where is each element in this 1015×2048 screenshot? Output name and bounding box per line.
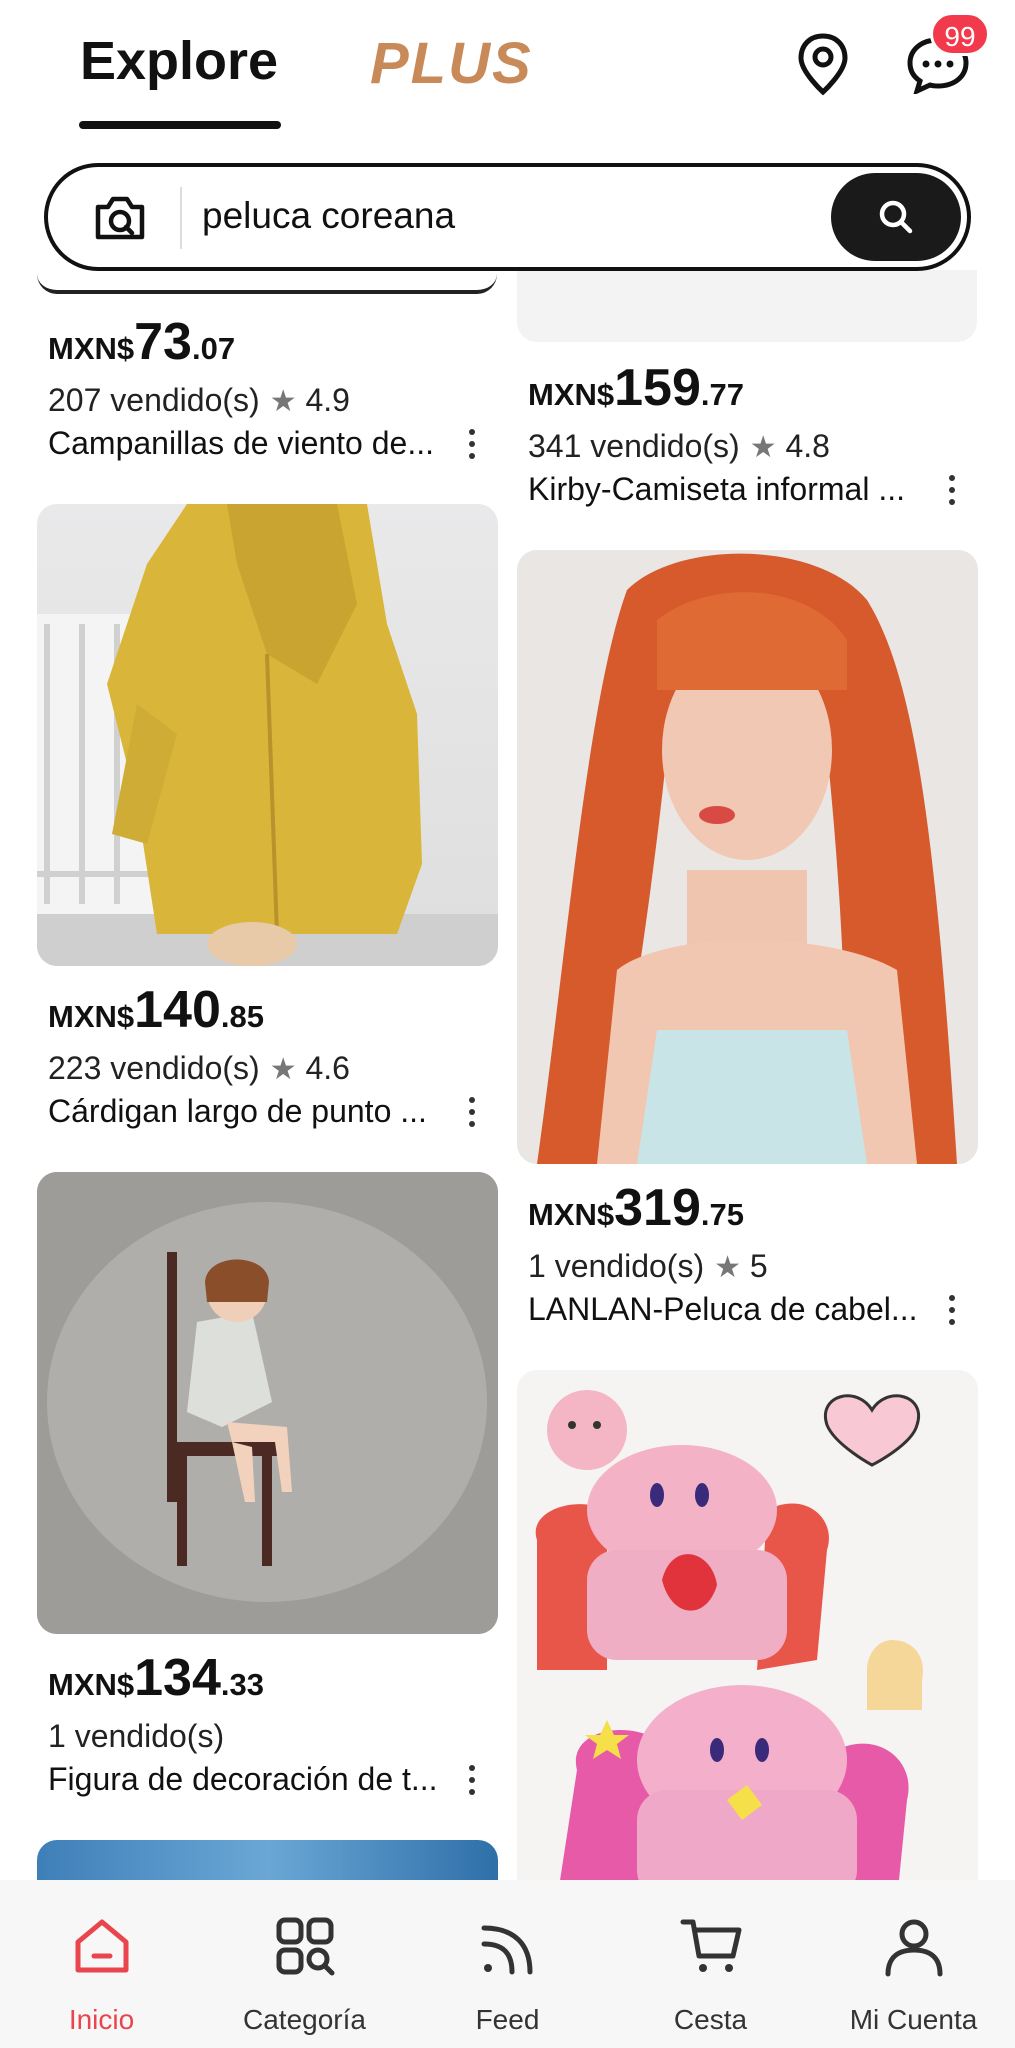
nav-feed-label: Feed xyxy=(475,2004,540,2035)
product-image[interactable] xyxy=(37,504,498,966)
cardigan-photo xyxy=(37,504,498,966)
product-sold-rating: 341 vendido(s) ★ 4.8 xyxy=(528,428,830,464)
camera-search-icon[interactable] xyxy=(92,193,148,243)
feed-rss-icon xyxy=(481,1925,533,1975)
cart-icon xyxy=(680,1919,742,1972)
product-price: MXN$134.33 xyxy=(48,1649,265,1707)
product-image[interactable] xyxy=(37,1172,498,1634)
product-price: MXN$140.85 xyxy=(48,981,265,1039)
star-icon: ★ xyxy=(269,385,297,418)
top-header: Explore PLUS 99 xyxy=(0,0,1015,140)
tab-plus[interactable]: PLUS xyxy=(370,30,533,97)
product-title[interactable]: Cárdigan largo de punto ... xyxy=(48,1093,448,1130)
product-price: MXN$319.75 xyxy=(528,1179,745,1237)
product-sold: 1 vendido(s) xyxy=(48,1718,225,1754)
product-title[interactable]: Kirby-Camiseta informal ... xyxy=(528,471,923,508)
product-price: MXN$73.07 xyxy=(48,313,236,371)
product-image[interactable] xyxy=(517,1370,978,1900)
product-image[interactable] xyxy=(517,550,978,1164)
nav-cart-label: Cesta xyxy=(673,2004,748,2035)
product-title[interactable]: LANLAN-Peluca de cabel... xyxy=(528,1291,923,1328)
category-grid-icon xyxy=(276,1917,335,1976)
wig-model-photo xyxy=(517,550,978,1164)
search-divider xyxy=(180,187,182,249)
star-icon: ★ xyxy=(714,1251,741,1284)
star-icon: ★ xyxy=(749,431,777,464)
product-image[interactable] xyxy=(517,270,977,342)
product-sold-rating: 1 vendido(s) ★ 5 xyxy=(528,1248,768,1284)
product-image[interactable] xyxy=(37,270,497,294)
figure-photo xyxy=(37,1172,498,1634)
product-title[interactable]: Figura de decoración de t... xyxy=(48,1761,448,1798)
kirby-chair-photo xyxy=(535,1390,923,1900)
product-price: MXN$159.77 xyxy=(528,359,745,417)
nav-cart[interactable]: Cesta xyxy=(609,1880,812,2048)
tab-active-indicator xyxy=(79,121,281,129)
nav-home[interactable]: Inicio xyxy=(0,1880,203,2048)
search-bar[interactable]: peluca coreana xyxy=(44,163,971,271)
nav-category[interactable]: Categoría xyxy=(203,1880,406,2048)
nav-home-label: Inicio xyxy=(68,2004,135,2035)
product-sold-rating: 207 vendido(s) ★ 4.9 xyxy=(48,382,350,418)
more-options-icon[interactable] xyxy=(462,1761,482,1801)
nav-feed[interactable]: Feed xyxy=(406,1880,609,2048)
bottom-navigation: Inicio Categoría Feed Cesta Mi Cuenta xyxy=(0,1880,1015,2048)
product-title[interactable]: Campanillas de viento de... xyxy=(48,425,448,462)
more-options-icon[interactable] xyxy=(462,425,482,465)
tab-explore[interactable]: Explore xyxy=(80,30,278,92)
more-options-icon[interactable] xyxy=(462,1093,482,1133)
search-icon xyxy=(879,200,913,234)
search-button[interactable] xyxy=(831,173,961,261)
user-icon xyxy=(885,1919,943,1977)
home-icon xyxy=(75,1919,129,1973)
product-sold-rating: 223 vendido(s) ★ 4.6 xyxy=(48,1050,350,1086)
nav-category-label: Categoría xyxy=(243,2004,366,2035)
more-options-icon[interactable] xyxy=(942,1291,962,1331)
nav-account[interactable]: Mi Cuenta xyxy=(812,1880,1015,2048)
location-pin-icon[interactable] xyxy=(795,32,851,96)
search-input[interactable]: peluca coreana xyxy=(202,195,455,237)
message-count-badge: 99 xyxy=(930,12,990,56)
star-icon: ★ xyxy=(269,1053,297,1086)
more-options-icon[interactable] xyxy=(942,471,962,511)
nav-account-label: Mi Cuenta xyxy=(849,2004,978,2035)
